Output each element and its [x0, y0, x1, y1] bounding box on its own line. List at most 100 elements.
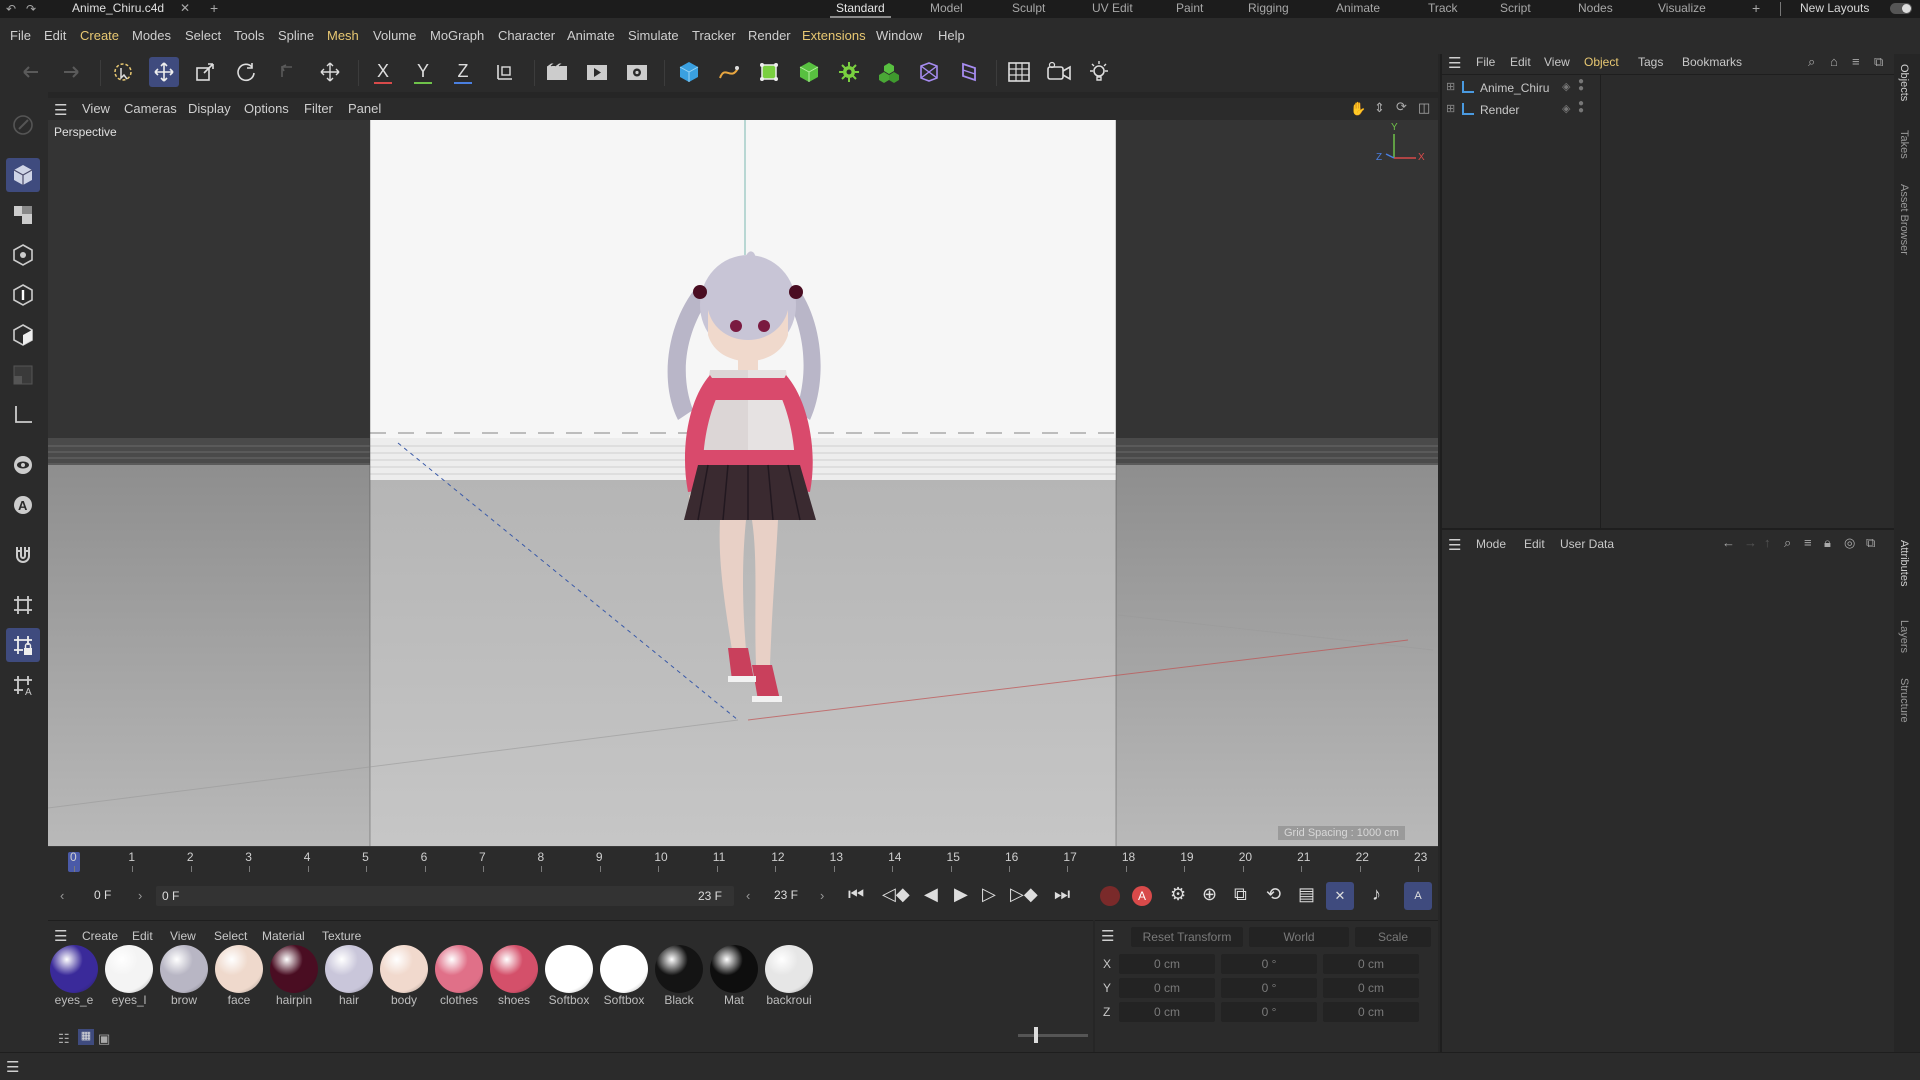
material-swatch[interactable]	[270, 945, 318, 993]
object-item-anime-chiru[interactable]: ⊞ Anime_Chiru	[1446, 80, 1596, 98]
layout-visualize[interactable]: Visualize	[1658, 0, 1706, 18]
object-menu-view[interactable]: View	[1544, 55, 1570, 69]
object-menu-bookmarks[interactable]: Bookmarks	[1682, 55, 1742, 69]
model-mode-icon[interactable]	[6, 158, 40, 192]
side-tab-structure[interactable]: Structure	[1898, 678, 1910, 723]
workplane-lock-icon[interactable]	[6, 628, 40, 662]
add-layout-icon[interactable]: +	[1752, 0, 1760, 16]
deformer-icon[interactable]	[914, 57, 944, 87]
menu-create[interactable]: Create	[80, 28, 119, 43]
material-swatch[interactable]	[655, 945, 703, 993]
transform-icon[interactable]	[315, 57, 345, 87]
render-to-picture-viewer-icon[interactable]	[582, 57, 612, 87]
menu-character[interactable]: Character	[498, 28, 555, 43]
side-tab-takes[interactable]: Takes	[1898, 130, 1910, 159]
menu-tracker[interactable]: Tracker	[692, 28, 736, 43]
object-menu-edit[interactable]: Edit	[1510, 55, 1531, 69]
layout-model[interactable]: Model	[930, 0, 963, 18]
texture-mode-icon[interactable]	[6, 198, 40, 232]
menu-animate[interactable]: Animate	[567, 28, 615, 43]
scale-y-field[interactable]: 0 cm	[1323, 978, 1419, 998]
position-y-field[interactable]: 0 cm	[1119, 978, 1215, 998]
new-tab-icon[interactable]: +	[210, 0, 218, 16]
menu-simulate[interactable]: Simulate	[628, 28, 679, 43]
visibility-dots-icon[interactable]: ● ●	[1578, 77, 1584, 94]
field-icon[interactable]	[954, 57, 984, 87]
back-arrow-icon[interactable]: ←	[1722, 535, 1735, 550]
material-swatch[interactable]	[765, 945, 813, 993]
material-menu-create[interactable]: Create	[82, 929, 118, 943]
light-icon[interactable]	[1084, 57, 1114, 87]
go-to-start-icon[interactable]: ⏮	[848, 884, 864, 905]
reset-transform-button[interactable]: Reset Transform	[1131, 927, 1243, 947]
undo-history-icon[interactable]: ↶	[6, 2, 16, 16]
menu-render[interactable]: Render	[748, 28, 791, 43]
close-tab-icon[interactable]: ✕	[180, 1, 190, 15]
viewport-3d[interactable]: Perspective Y X Z Grid Spacing : 1000 cm	[48, 120, 1438, 846]
object-item-render[interactable]: ⊞ Render	[1446, 102, 1596, 120]
layout-animate[interactable]: Animate	[1336, 0, 1380, 18]
key-parameter-icon[interactable]: ▤	[1298, 884, 1315, 905]
search-icon[interactable]: ⌕	[1808, 54, 1815, 70]
viewport-menu-filter[interactable]: Filter	[304, 101, 333, 116]
expand-icon[interactable]: ⊞	[1446, 80, 1455, 93]
axis-mode-icon[interactable]	[6, 398, 40, 432]
layout-nodes[interactable]: Nodes	[1578, 0, 1613, 18]
menu-volume[interactable]: Volume	[373, 28, 416, 43]
workplane-icon[interactable]	[6, 588, 40, 622]
menu-mograph[interactable]: MoGraph	[430, 28, 484, 43]
layer-icon[interactable]: ◈	[1562, 102, 1570, 115]
material-swatch[interactable]	[435, 945, 483, 993]
render-settings-icon[interactable]	[622, 57, 652, 87]
hamburger-icon[interactable]: ☰	[1448, 54, 1461, 72]
range-slider[interactable]: 0 F 23 F	[156, 886, 734, 906]
recent-tool-icon[interactable]	[272, 57, 302, 87]
key-scale-icon[interactable]: ⧉	[1234, 884, 1247, 905]
y-axis-lock-button[interactable]: Y	[408, 57, 438, 87]
play-icon[interactable]: ▶	[954, 884, 968, 905]
new-layouts-dropdown[interactable]: New Layouts	[1800, 1, 1869, 15]
frame-increment-icon[interactable]: ›	[138, 888, 142, 903]
solo-icon[interactable]	[6, 448, 40, 482]
filter-icon[interactable]: ≡	[1852, 54, 1860, 69]
side-tab-layers[interactable]: Layers	[1898, 620, 1910, 653]
material-swatch[interactable]	[215, 945, 263, 993]
layout-rigging[interactable]: Rigging	[1248, 0, 1289, 18]
keyframe-settings-icon[interactable]: ⚙	[1170, 884, 1186, 905]
render-view-icon[interactable]	[542, 57, 572, 87]
x-axis-lock-button[interactable]: X	[368, 57, 398, 87]
hamburger-icon[interactable]: ☰	[54, 927, 67, 945]
end-decrement-icon[interactable]: ‹	[746, 888, 750, 903]
maximize-view-icon[interactable]: ◫	[1418, 100, 1430, 116]
viewport-menu-view[interactable]: View	[82, 101, 110, 116]
material-swatch[interactable]	[105, 945, 153, 993]
settings-icon[interactable]: ◎	[1844, 535, 1855, 551]
position-x-field[interactable]: 0 cm	[1119, 954, 1215, 974]
layout-track[interactable]: Track	[1428, 0, 1458, 18]
floor-grid-icon[interactable]	[1004, 57, 1034, 87]
live-selection-icon[interactable]	[108, 57, 138, 87]
orbit-icon[interactable]: ⟳	[1396, 99, 1407, 115]
grid-view-icon[interactable]: ▦	[78, 1029, 94, 1045]
menu-window[interactable]: Window	[876, 28, 922, 43]
interpolation-icon[interactable]: A	[1404, 882, 1432, 910]
material-swatch[interactable]	[50, 945, 98, 993]
uv-mode-icon[interactable]	[6, 358, 40, 392]
layout-standard[interactable]: Standard	[830, 0, 891, 18]
scale-z-field[interactable]: 0 cm	[1323, 1002, 1419, 1022]
z-axis-lock-button[interactable]: Z	[448, 57, 478, 87]
expand-icon[interactable]: ⊞	[1446, 102, 1455, 115]
hamburger-icon[interactable]: ☰	[54, 101, 67, 119]
redo-history-icon[interactable]: ↷	[26, 2, 36, 16]
side-tab-attributes[interactable]: Attributes	[1898, 540, 1910, 586]
coordinate-system-icon[interactable]	[490, 57, 520, 87]
extrude-generator-icon[interactable]	[794, 57, 824, 87]
side-tab-asset-browser[interactable]: Asset Browser	[1898, 184, 1910, 255]
go-to-end-icon[interactable]: ⏭	[1054, 884, 1070, 905]
material-swatch[interactable]	[380, 945, 428, 993]
menu-help[interactable]: Help	[938, 28, 965, 43]
cube-primitive-icon[interactable]	[674, 57, 704, 87]
key-pla-icon[interactable]: ✕	[1326, 882, 1354, 910]
menu-edit[interactable]: Edit	[44, 28, 66, 43]
key-rotation-icon[interactable]: ⟲	[1266, 884, 1281, 905]
